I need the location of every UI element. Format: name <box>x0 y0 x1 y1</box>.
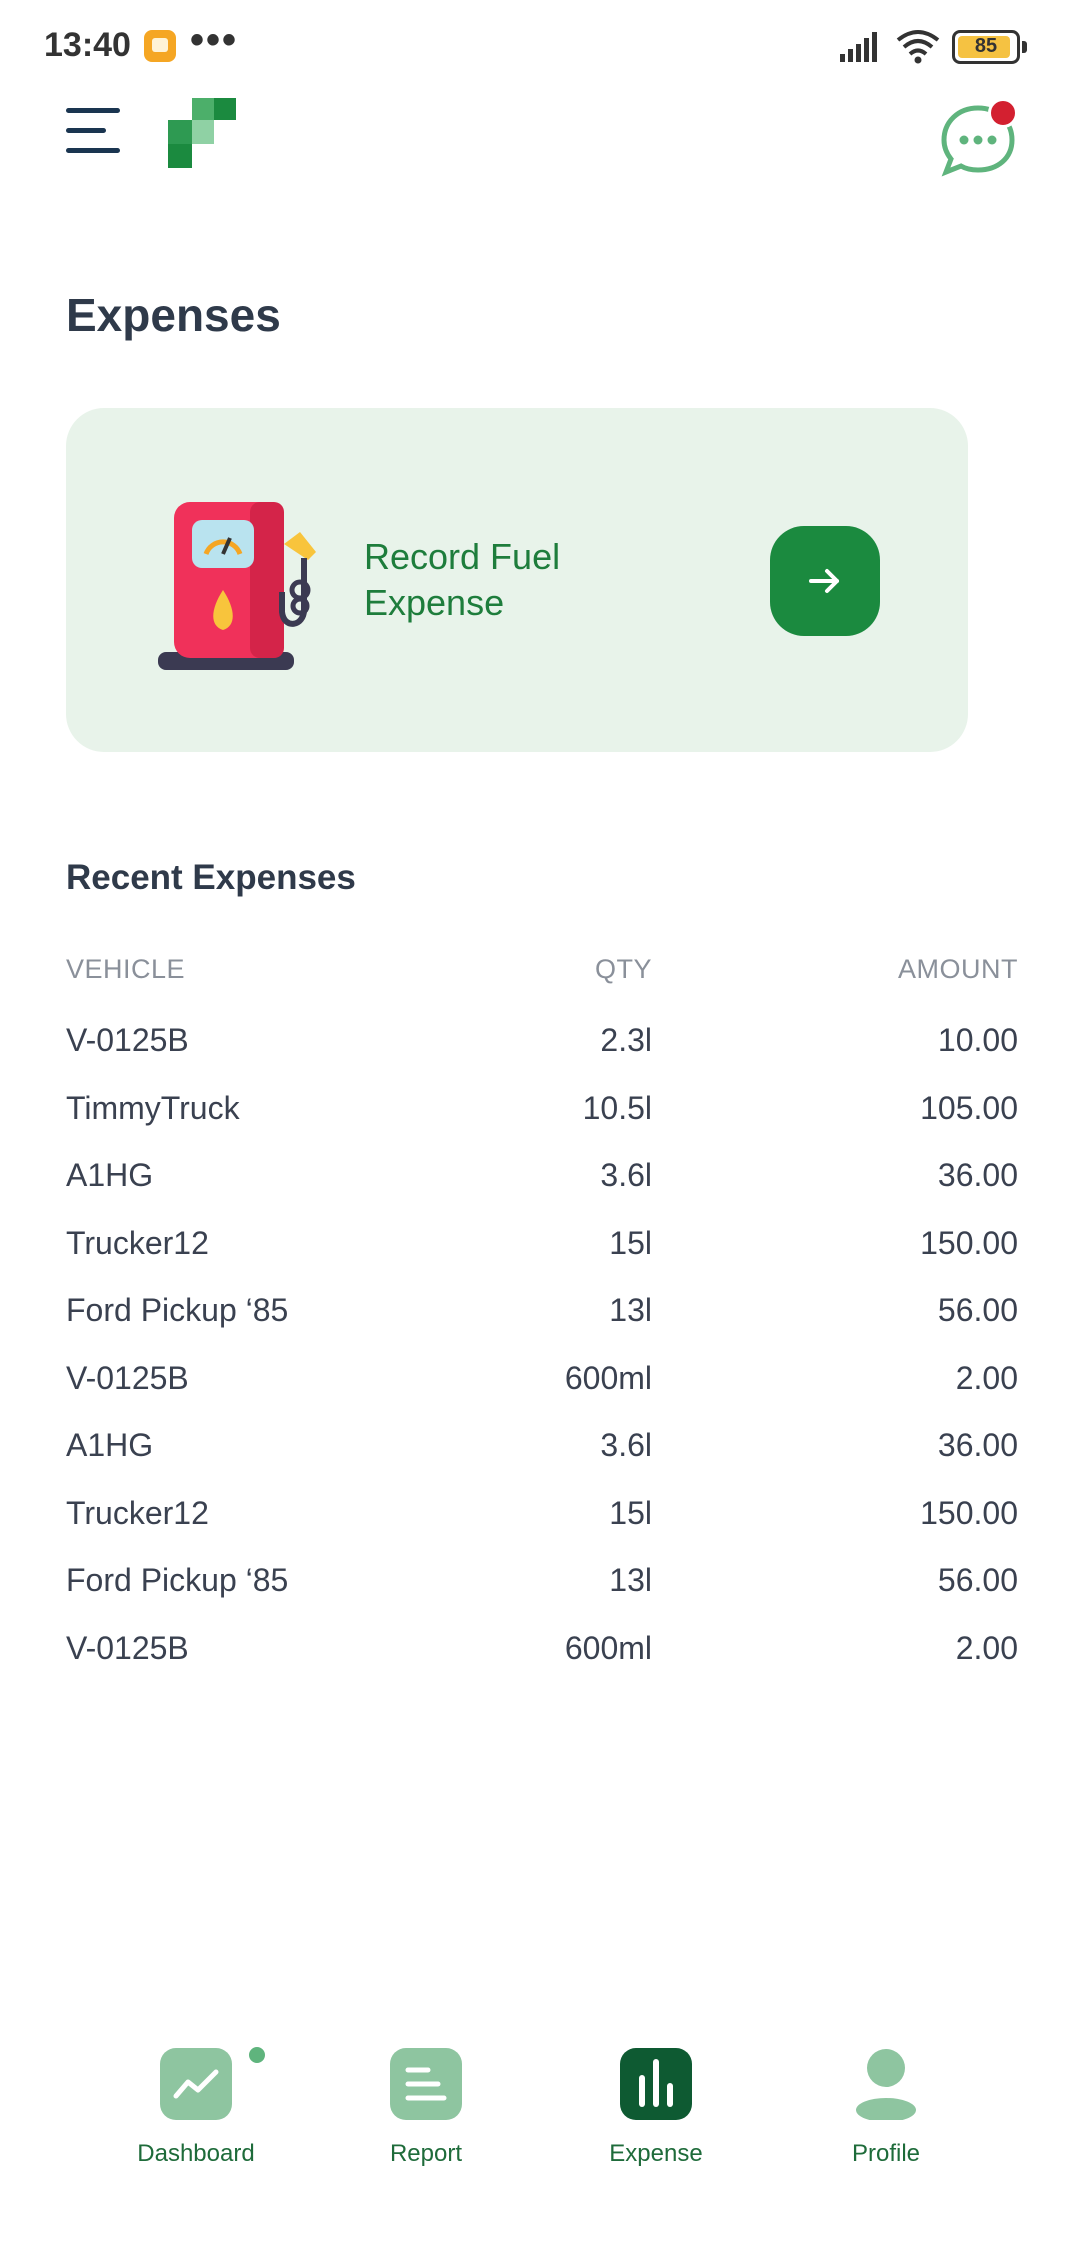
status-time: 13:40 <box>44 26 131 64</box>
cell-amount: 10.00 <box>937 1022 1018 1058</box>
cell-qty: 600ml <box>564 1629 652 1666</box>
table-row[interactable]: Trucker12 15l 150.00 <box>66 1217 1018 1285</box>
cell-amount: 56.00 <box>937 1292 1018 1328</box>
cell-vehicle: A1HG <box>66 1427 154 1463</box>
cell-qty: 10.5l <box>582 1089 652 1126</box>
cell-vehicle: V-0125B <box>66 1022 189 1058</box>
cell-qty: 13l <box>609 1292 652 1328</box>
cell-vehicle: Trucker12 <box>66 1494 209 1531</box>
logo-icon[interactable] <box>168 98 238 168</box>
table-row[interactable]: V-0125B 600ml 2.00 <box>66 1352 1018 1420</box>
cell-vehicle: Trucker12 <box>66 1224 209 1261</box>
nav-label-profile: Profile <box>851 2140 921 2167</box>
notification-badge <box>988 98 1018 128</box>
nav-item-profile[interactable]: Profile <box>786 2040 986 2190</box>
dashboard-badge <box>246 2044 268 2066</box>
cell-amount: 56.00 <box>937 1562 1018 1598</box>
column-qty: QTY <box>594 954 652 984</box>
table-row[interactable]: A1HG 3.6l 36.00 <box>66 1149 1018 1217</box>
nav-label-expense: Expense <box>609 2140 703 2167</box>
notification-app-icon <box>144 30 176 62</box>
cell-amount: 36.00 <box>937 1427 1018 1463</box>
more-notifications-icon: ••• <box>190 18 239 62</box>
cell-vehicle: V-0125B <box>66 1359 189 1396</box>
cell-vehicle: Ford Pickup ‘85 <box>66 1292 289 1328</box>
status-bar: 13:40 ••• 85 <box>0 0 1080 96</box>
cell-amount: 150.00 <box>920 1224 1018 1261</box>
signal-icon <box>840 32 877 62</box>
cell-qty: 3.6l <box>600 1157 652 1193</box>
nav-item-expense[interactable]: Expense <box>556 2040 756 2190</box>
battery-icon: 85 <box>952 30 1027 64</box>
column-amount: AMOUNT <box>898 954 1018 984</box>
menu-icon[interactable] <box>66 104 120 156</box>
profile-icon <box>850 2048 922 2122</box>
nav-item-report[interactable]: Report <box>326 2040 526 2190</box>
record-fuel-card[interactable]: Record Fuel Expense <box>66 408 968 752</box>
cell-qty: 15l <box>609 1224 652 1261</box>
cell-amount: 36.00 <box>937 1157 1018 1193</box>
expense-icon <box>620 2048 692 2120</box>
table-row[interactable]: TimmyTruck 10.5l 105.00 <box>66 1082 1018 1150</box>
cell-qty: 15l <box>609 1494 652 1531</box>
column-vehicle: VEHICLE <box>66 954 186 984</box>
fuel-pump-icon <box>158 502 316 670</box>
cell-amount: 2.00 <box>955 1359 1018 1396</box>
nav-label-report: Report <box>389 2140 463 2167</box>
cell-qty: 13l <box>609 1562 652 1598</box>
cell-vehicle: Ford Pickup ‘85 <box>66 1562 289 1598</box>
cell-qty: 2.3l <box>600 1022 652 1058</box>
table-row[interactable]: Trucker12 15l 150.00 <box>66 1487 1018 1555</box>
nav-item-dashboard[interactable]: Dashboard <box>96 2040 296 2190</box>
record-fuel-button[interactable] <box>770 526 880 636</box>
table-row[interactable]: Ford Pickup ‘85 13l 56.00 <box>66 1284 1018 1352</box>
cell-amount: 150.00 <box>920 1494 1018 1531</box>
cell-vehicle: TimmyTruck <box>66 1089 240 1126</box>
battery-level: 85 <box>974 35 998 57</box>
dashboard-icon <box>160 2048 232 2120</box>
cell-vehicle: A1HG <box>66 1157 154 1193</box>
nav-label-dashboard: Dashboard <box>137 2140 255 2167</box>
cell-qty: 600ml <box>564 1359 652 1396</box>
cell-amount: 105.00 <box>920 1089 1018 1126</box>
bottom-nav: Dashboard Report Expense Profile <box>0 2040 1080 2200</box>
table-row[interactable]: V-0125B 2.3l 10.00 <box>66 1014 1018 1082</box>
cell-qty: 3.6l <box>600 1427 652 1463</box>
table-row[interactable]: Ford Pickup ‘85 13l 56.00 <box>66 1554 1018 1622</box>
arrow-right-icon <box>809 569 839 593</box>
cell-vehicle: V-0125B <box>66 1629 189 1666</box>
table-header: VEHICLE QTY AMOUNT <box>66 948 1018 1000</box>
table-row[interactable]: A1HG 3.6l 36.00 <box>66 1419 1018 1487</box>
table-row[interactable]: V-0125B 600ml 2.00 <box>66 1622 1018 1690</box>
record-fuel-label: Record Fuel Expense <box>364 536 561 623</box>
cell-amount: 2.00 <box>955 1629 1018 1666</box>
report-icon <box>390 2048 462 2120</box>
page-title: Expenses <box>66 289 281 341</box>
recent-expenses-title: Recent Expenses <box>66 858 356 897</box>
expenses-table: VEHICLE QTY AMOUNT V-0125B 2.3l 10.00 Ti… <box>66 948 1018 1689</box>
wifi-icon <box>896 30 940 64</box>
